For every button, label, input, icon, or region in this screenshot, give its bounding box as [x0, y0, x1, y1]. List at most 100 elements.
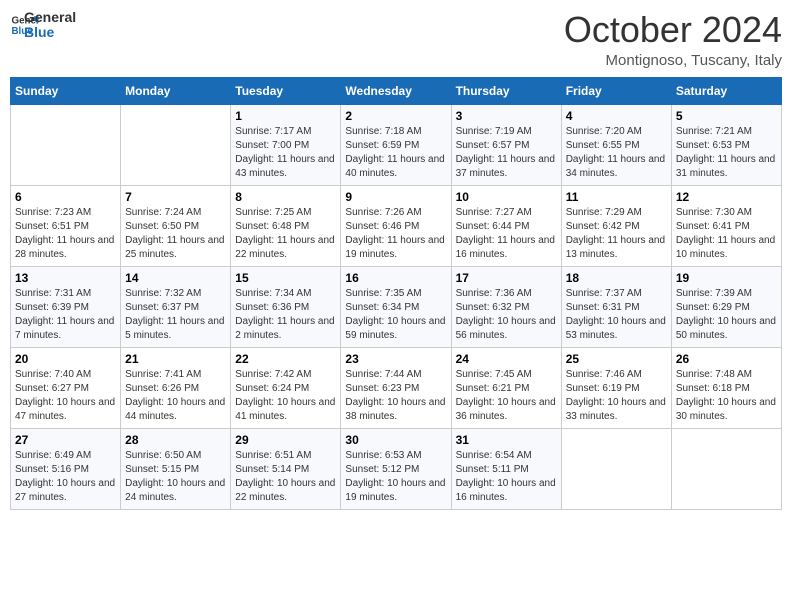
day-info: Sunrise: 7:34 AMSunset: 6:36 PMDaylight:…: [235, 287, 336, 343]
day-info: Sunrise: 7:18 AMSunset: 6:59 PMDaylight:…: [345, 125, 446, 181]
location-subtitle: Montignoso, Tuscany, Italy: [564, 52, 782, 69]
day-number: 30: [345, 433, 446, 447]
weekday-header: Wednesday: [341, 77, 451, 104]
calendar-cell: 3 Sunrise: 7:19 AMSunset: 6:57 PMDaylight…: [451, 104, 561, 185]
logo-blue-text: Blue: [24, 25, 76, 40]
day-number: 18: [566, 271, 667, 285]
calendar-cell: 6 Sunrise: 7:23 AMSunset: 6:51 PMDaylight…: [11, 185, 121, 266]
day-info: Sunrise: 7:48 AMSunset: 6:18 PMDaylight:…: [676, 368, 777, 424]
day-info: Sunrise: 7:19 AMSunset: 6:57 PMDaylight:…: [456, 125, 557, 181]
month-title: October 2024: [564, 10, 782, 50]
day-number: 26: [676, 352, 777, 366]
logo: General Blue General Blue: [10, 10, 76, 41]
calendar-cell: 26 Sunrise: 7:48 AMSunset: 6:18 PMDayligh…: [671, 347, 781, 428]
day-number: 1: [235, 109, 336, 123]
calendar-cell: 19 Sunrise: 7:39 AMSunset: 6:29 PMDayligh…: [671, 266, 781, 347]
calendar-cell: 20 Sunrise: 7:40 AMSunset: 6:27 PMDayligh…: [11, 347, 121, 428]
day-info: Sunrise: 6:51 AMSunset: 5:14 PMDaylight:…: [235, 449, 336, 505]
calendar-cell: [11, 104, 121, 185]
day-number: 3: [456, 109, 557, 123]
day-info: Sunrise: 7:35 AMSunset: 6:34 PMDaylight:…: [345, 287, 446, 343]
day-number: 2: [345, 109, 446, 123]
day-number: 11: [566, 190, 667, 204]
calendar-cell: 16 Sunrise: 7:35 AMSunset: 6:34 PMDayligh…: [341, 266, 451, 347]
day-info: Sunrise: 7:41 AMSunset: 6:26 PMDaylight:…: [125, 368, 226, 424]
day-info: Sunrise: 7:23 AMSunset: 6:51 PMDaylight:…: [15, 206, 116, 262]
day-info: Sunrise: 6:49 AMSunset: 5:16 PMDaylight:…: [15, 449, 116, 505]
day-number: 8: [235, 190, 336, 204]
day-info: Sunrise: 7:27 AMSunset: 6:44 PMDaylight:…: [456, 206, 557, 262]
day-info: Sunrise: 7:17 AMSunset: 7:00 PMDaylight:…: [235, 125, 336, 181]
day-info: Sunrise: 7:30 AMSunset: 6:41 PMDaylight:…: [676, 206, 777, 262]
weekday-header: Thursday: [451, 77, 561, 104]
day-number: 29: [235, 433, 336, 447]
calendar-cell: 23 Sunrise: 7:44 AMSunset: 6:23 PMDayligh…: [341, 347, 451, 428]
weekday-header: Monday: [121, 77, 231, 104]
calendar-body: 1 Sunrise: 7:17 AMSunset: 7:00 PMDaylight…: [11, 104, 782, 509]
calendar-cell: 10 Sunrise: 7:27 AMSunset: 6:44 PMDayligh…: [451, 185, 561, 266]
day-info: Sunrise: 7:39 AMSunset: 6:29 PMDaylight:…: [676, 287, 777, 343]
calendar-cell: 28Sunrise: 6:50 AMSunset: 5:15 PMDayligh…: [121, 428, 231, 509]
logo-general-text: General: [24, 10, 76, 25]
day-number: 16: [345, 271, 446, 285]
day-info: Sunrise: 7:45 AMSunset: 6:21 PMDaylight:…: [456, 368, 557, 424]
day-number: 27: [15, 433, 116, 447]
calendar-header: SundayMondayTuesdayWednesdayThursdayFrid…: [11, 77, 782, 104]
calendar-cell: [121, 104, 231, 185]
title-block: October 2024 Montignoso, Tuscany, Italy: [564, 10, 782, 69]
calendar-cell: 11 Sunrise: 7:29 AMSunset: 6:42 PMDayligh…: [561, 185, 671, 266]
calendar-cell: 7 Sunrise: 7:24 AMSunset: 6:50 PMDaylight…: [121, 185, 231, 266]
day-info: Sunrise: 7:24 AMSunset: 6:50 PMDaylight:…: [125, 206, 226, 262]
day-number: 17: [456, 271, 557, 285]
weekday-header: Tuesday: [231, 77, 341, 104]
page-header: General Blue General Blue October 2024 M…: [10, 10, 782, 69]
day-info: Sunrise: 7:26 AMSunset: 6:46 PMDaylight:…: [345, 206, 446, 262]
day-number: 9: [345, 190, 446, 204]
day-info: Sunrise: 7:32 AMSunset: 6:37 PMDaylight:…: [125, 287, 226, 343]
day-info: Sunrise: 7:42 AMSunset: 6:24 PMDaylight:…: [235, 368, 336, 424]
day-number: 28: [125, 433, 226, 447]
day-number: 25: [566, 352, 667, 366]
calendar-cell: 24Sunrise: 7:45 AMSunset: 6:21 PMDayligh…: [451, 347, 561, 428]
calendar-cell: 21Sunrise: 7:41 AMSunset: 6:26 PMDayligh…: [121, 347, 231, 428]
day-info: Sunrise: 7:29 AMSunset: 6:42 PMDaylight:…: [566, 206, 667, 262]
day-number: 6: [15, 190, 116, 204]
day-info: Sunrise: 7:44 AMSunset: 6:23 PMDaylight:…: [345, 368, 446, 424]
calendar-cell: 12 Sunrise: 7:30 AMSunset: 6:41 PMDayligh…: [671, 185, 781, 266]
calendar-cell: 30 Sunrise: 6:53 AMSunset: 5:12 PMDayligh…: [341, 428, 451, 509]
day-number: 12: [676, 190, 777, 204]
day-number: 23: [345, 352, 446, 366]
day-number: 20: [15, 352, 116, 366]
calendar-cell: 29 Sunrise: 6:51 AMSunset: 5:14 PMDayligh…: [231, 428, 341, 509]
day-number: 31: [456, 433, 557, 447]
day-number: 10: [456, 190, 557, 204]
calendar-cell: 27 Sunrise: 6:49 AMSunset: 5:16 PMDayligh…: [11, 428, 121, 509]
day-info: Sunrise: 6:53 AMSunset: 5:12 PMDaylight:…: [345, 449, 446, 505]
day-number: 7: [125, 190, 226, 204]
calendar-cell: 13 Sunrise: 7:31 AMSunset: 6:39 PMDayligh…: [11, 266, 121, 347]
day-number: 14: [125, 271, 226, 285]
calendar-table: SundayMondayTuesdayWednesdayThursdayFrid…: [10, 77, 782, 510]
day-info: Sunrise: 7:37 AMSunset: 6:31 PMDaylight:…: [566, 287, 667, 343]
calendar-cell: 1 Sunrise: 7:17 AMSunset: 7:00 PMDaylight…: [231, 104, 341, 185]
calendar-cell: 2 Sunrise: 7:18 AMSunset: 6:59 PMDaylight…: [341, 104, 451, 185]
calendar-cell: 5Sunrise: 7:21 AMSunset: 6:53 PMDaylight…: [671, 104, 781, 185]
calendar-cell: 22 Sunrise: 7:42 AMSunset: 6:24 PMDayligh…: [231, 347, 341, 428]
calendar-cell: 4 Sunrise: 7:20 AMSunset: 6:55 PMDaylight…: [561, 104, 671, 185]
day-info: Sunrise: 7:20 AMSunset: 6:55 PMDaylight:…: [566, 125, 667, 181]
day-info: Sunrise: 7:36 AMSunset: 6:32 PMDaylight:…: [456, 287, 557, 343]
calendar-cell: 9 Sunrise: 7:26 AMSunset: 6:46 PMDaylight…: [341, 185, 451, 266]
calendar-cell: [561, 428, 671, 509]
day-number: 4: [566, 109, 667, 123]
day-info: Sunrise: 7:40 AMSunset: 6:27 PMDaylight:…: [15, 368, 116, 424]
day-info: Sunrise: 6:54 AMSunset: 5:11 PMDaylight:…: [456, 449, 557, 505]
day-number: 22: [235, 352, 336, 366]
calendar-cell: [671, 428, 781, 509]
calendar-cell: 25Sunrise: 7:46 AMSunset: 6:19 PMDayligh…: [561, 347, 671, 428]
calendar-cell: 8Sunrise: 7:25 AMSunset: 6:48 PMDaylight…: [231, 185, 341, 266]
day-info: Sunrise: 7:31 AMSunset: 6:39 PMDaylight:…: [15, 287, 116, 343]
calendar-cell: 18 Sunrise: 7:37 AMSunset: 6:31 PMDayligh…: [561, 266, 671, 347]
day-number: 13: [15, 271, 116, 285]
day-number: 19: [676, 271, 777, 285]
day-number: 15: [235, 271, 336, 285]
